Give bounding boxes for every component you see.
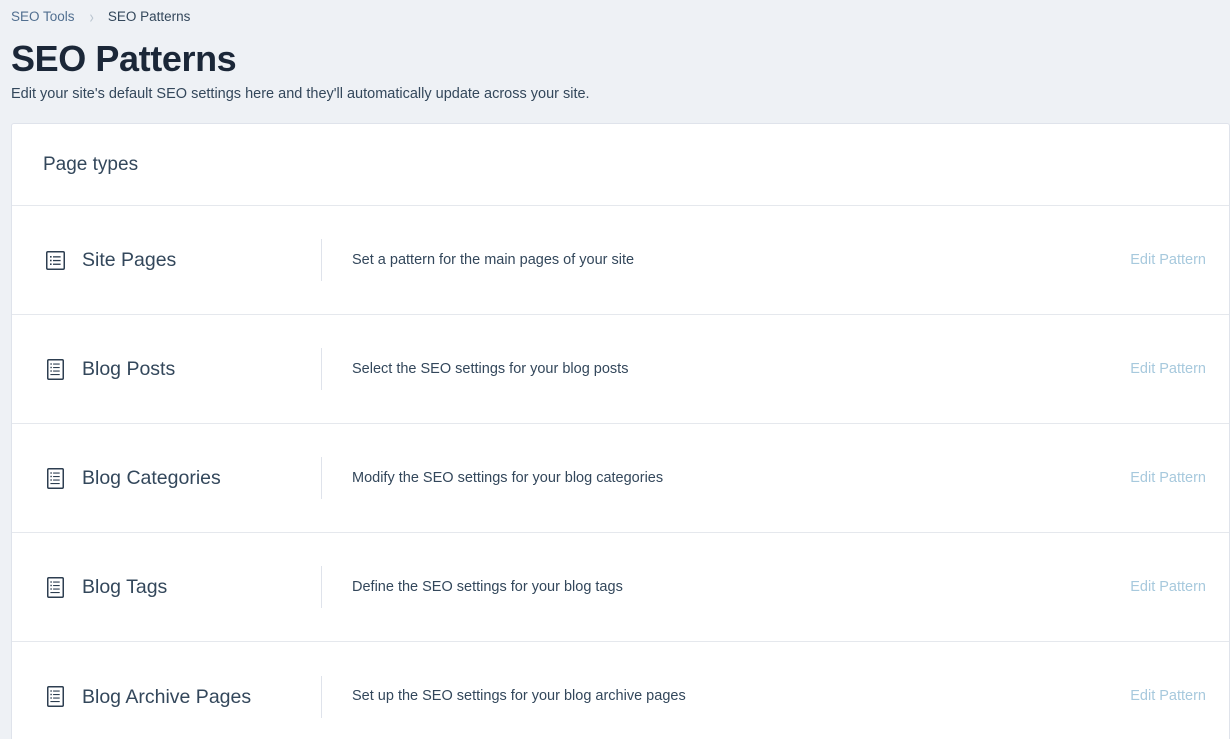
page-type-description: Select the SEO settings for your blog po… <box>352 360 629 377</box>
breadcrumb: SEO Tools › SEO Patterns <box>11 6 1230 27</box>
edit-pattern-link[interactable]: Edit Pattern <box>1130 468 1219 489</box>
page-types-list: Site Pages Set a pattern for the main pag… <box>12 206 1229 739</box>
edit-pattern-link[interactable]: Edit Pattern <box>1130 250 1219 271</box>
card-header: Page types <box>12 124 1229 206</box>
page-type-label: Blog Archive Pages <box>82 685 252 708</box>
edit-pattern-link[interactable]: Edit Pattern <box>1130 686 1219 707</box>
page-type-description: Set a pattern for the main pages of your… <box>352 251 635 268</box>
edit-pattern-link[interactable]: Edit Pattern <box>1130 577 1219 598</box>
column-divider <box>321 675 322 718</box>
document-icon <box>43 466 67 490</box>
page-type-label: Site Pages <box>82 249 177 271</box>
breadcrumb-link-seo-tools[interactable]: SEO Tools <box>11 9 75 25</box>
page-type-row[interactable]: Blog Posts Select the SEO settings for yo… <box>12 315 1229 424</box>
section-title: Page types <box>43 153 139 175</box>
list-view-icon <box>43 248 67 272</box>
page-type-row[interactable]: Blog Categories Modify the SEO settings f… <box>12 424 1229 533</box>
page-type-row[interactable]: Blog Tags Define the SEO settings for you… <box>12 533 1229 642</box>
column-divider <box>321 239 322 281</box>
edit-pattern-link[interactable]: Edit Pattern <box>1130 359 1219 380</box>
page-type-description: Modify the SEO settings for your blog ca… <box>352 469 664 486</box>
page-subtitle: Edit your site's default SEO settings he… <box>11 86 590 102</box>
page-type-row[interactable]: Site Pages Set a pattern for the main pag… <box>12 206 1229 315</box>
column-divider <box>321 348 322 390</box>
column-divider <box>321 457 322 499</box>
document-icon <box>43 685 67 709</box>
page-type-label: Blog Categories <box>82 467 221 489</box>
document-icon <box>43 575 67 599</box>
page-type-description: Set up the SEO settings for your blog ar… <box>352 688 686 704</box>
document-icon <box>43 357 67 381</box>
page-type-description: Define the SEO settings for your blog ta… <box>352 578 623 595</box>
column-divider <box>321 566 322 608</box>
breadcrumb-current-seo-patterns: SEO Patterns <box>107 9 191 24</box>
page-title: SEO Patterns <box>11 38 237 79</box>
page-type-row[interactable]: Blog Archive Pages Set up the SEO setting… <box>12 642 1229 739</box>
page-type-label: Blog Tags <box>82 576 168 598</box>
chevron-right-icon: › <box>89 6 94 27</box>
page-type-label: Blog Posts <box>82 358 176 380</box>
page-header: SEO Tools › SEO Patterns SEO Patterns Ed… <box>0 0 1230 123</box>
page-types-card: Page types Site Pages Set a pattern for t… <box>11 123 1230 739</box>
